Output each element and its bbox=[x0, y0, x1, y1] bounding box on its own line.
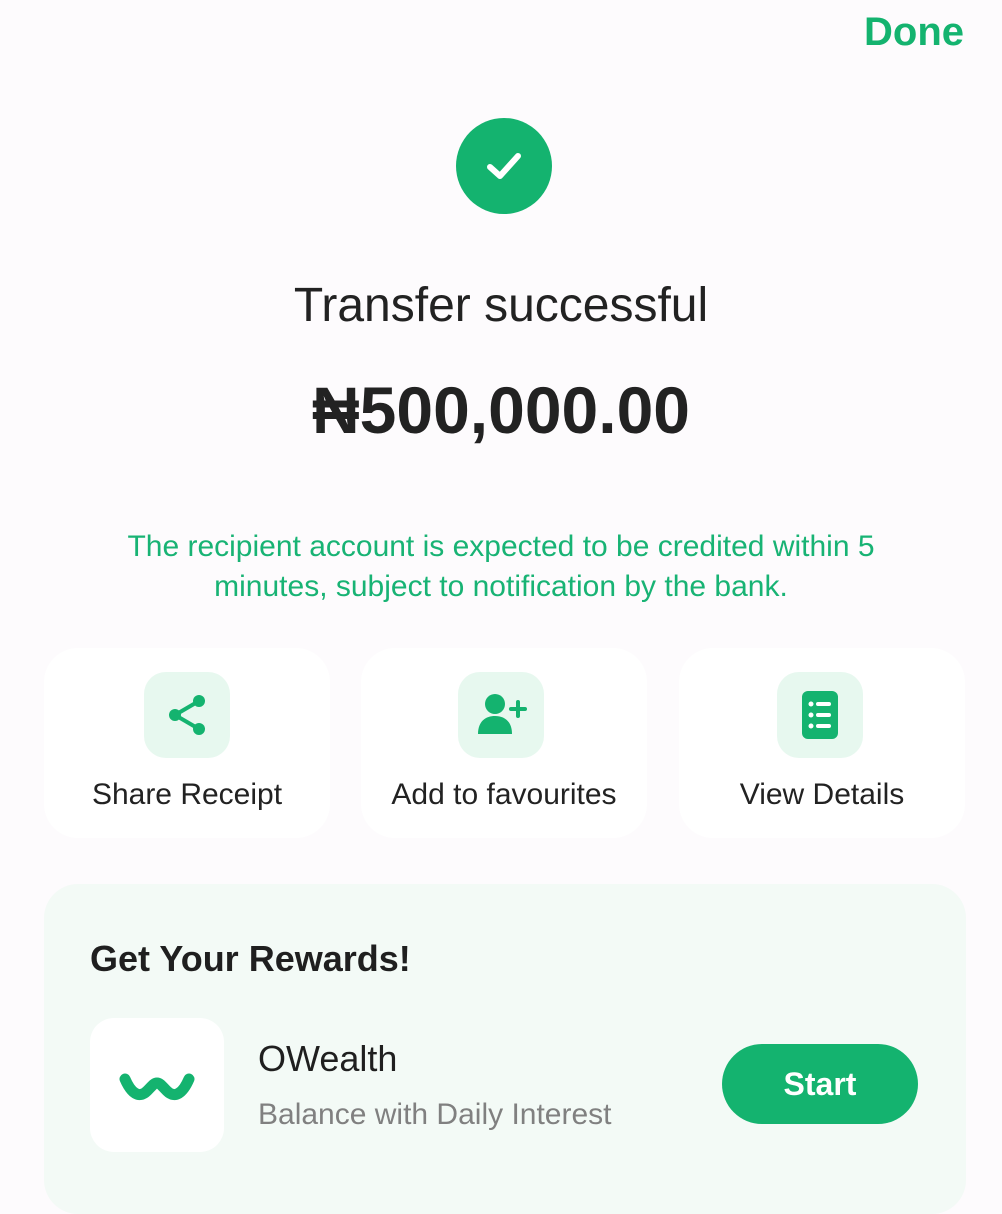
share-receipt-label: Share Receipt bbox=[91, 778, 283, 811]
owealth-subtitle: Balance with Daily Interest bbox=[258, 1098, 612, 1131]
owealth-logo-icon bbox=[90, 1018, 224, 1152]
document-list-icon bbox=[777, 672, 863, 758]
start-button[interactable]: Start bbox=[722, 1044, 918, 1124]
credit-notice: The recipient account is expected to be … bbox=[127, 530, 875, 603]
add-to-favourites-button[interactable]: Add to favourites bbox=[361, 648, 647, 838]
add-to-favourites-label: Add to favourites bbox=[391, 778, 617, 811]
rewards-panel: Get Your Rewards! OWealth Balance with D… bbox=[44, 884, 966, 1214]
check-icon bbox=[487, 153, 521, 179]
rewards-title: Get Your Rewards! bbox=[90, 938, 411, 979]
share-receipt-button[interactable]: Share Receipt bbox=[44, 648, 330, 838]
success-check-icon bbox=[456, 118, 552, 214]
add-user-icon bbox=[458, 672, 544, 758]
owealth-name: OWealth bbox=[258, 1038, 398, 1079]
view-details-label: View Details bbox=[739, 778, 905, 811]
share-icon bbox=[144, 672, 230, 758]
done-button[interactable]: Done bbox=[864, 10, 964, 55]
transfer-amount: ₦500,000.00 bbox=[312, 373, 690, 447]
transfer-status-title: Transfer successful bbox=[293, 279, 709, 332]
view-details-button[interactable]: View Details bbox=[679, 648, 965, 838]
